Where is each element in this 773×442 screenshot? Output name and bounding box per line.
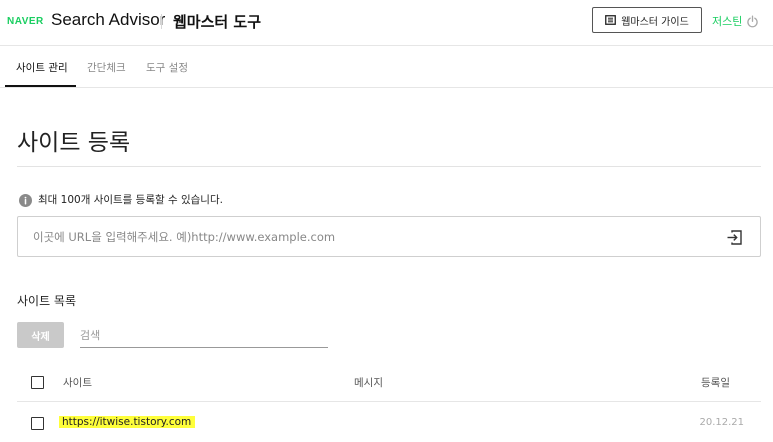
tab-simple-check[interactable]: 간단체크 <box>87 60 126 75</box>
column-site: 사이트 <box>63 377 92 389</box>
title-divider <box>17 166 761 167</box>
info-icon <box>19 192 32 207</box>
site-list-title: 사이트 목록 <box>17 294 77 308</box>
top-header: NAVER Search Advisor 웹마스터 도구 웹마스터 가이드 저스… <box>0 0 773 46</box>
site-search <box>80 322 328 348</box>
row-checkbox[interactable] <box>31 417 44 430</box>
power-icon[interactable] <box>746 13 759 28</box>
page-title: 사이트 등록 <box>17 130 131 156</box>
user-name-link[interactable]: 저스틴 <box>712 13 742 29</box>
column-message: 메시지 <box>354 377 383 389</box>
webmaster-tools-title[interactable]: 웹마스터 도구 <box>173 11 261 32</box>
table-header: 사이트 메시지 등록일 <box>17 366 761 402</box>
select-all-checkbox[interactable] <box>31 376 44 389</box>
naver-logo[interactable]: NAVER <box>7 16 44 27</box>
book-icon <box>605 15 617 25</box>
enter-icon[interactable] <box>726 229 743 246</box>
tab-tool-settings[interactable]: 도구 설정 <box>146 60 188 75</box>
tab-site-management[interactable]: 사이트 관리 <box>16 60 68 75</box>
site-limit-notice: 최대 100개 사이트를 등록할 수 있습니다. <box>38 194 223 206</box>
url-input-box <box>17 216 761 257</box>
table-row: https://itwise.tistory.com 20.12.21 <box>17 402 761 442</box>
active-tab-indicator <box>5 85 76 87</box>
delete-button[interactable]: 삭제 <box>17 322 64 348</box>
webmaster-guide-label: 웹마스터 가이드 <box>621 16 689 28</box>
registered-date: 20.12.21 <box>699 417 744 428</box>
main-tabs: 사이트 관리 간단체크 도구 설정 <box>0 46 773 88</box>
logo-divider <box>161 14 162 29</box>
search-advisor-logo[interactable]: Search Advisor <box>51 10 165 30</box>
column-registered-date: 등록일 <box>701 377 730 389</box>
site-url-link[interactable]: https://itwise.tistory.com <box>59 416 196 428</box>
site-search-input[interactable] <box>80 327 320 343</box>
site-url-input[interactable] <box>33 228 713 246</box>
webmaster-guide-button[interactable]: 웹마스터 가이드 <box>592 7 702 33</box>
